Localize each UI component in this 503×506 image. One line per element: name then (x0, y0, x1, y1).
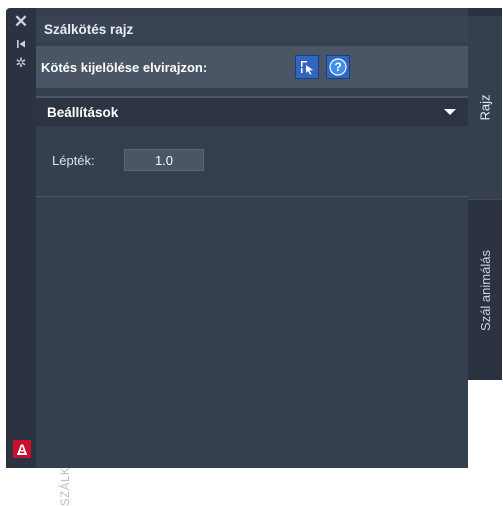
settings-section-body: Lépték: 1.0 (36, 126, 468, 197)
scale-label: Lépték: (52, 153, 95, 168)
help-icon: ? (329, 58, 347, 76)
gear-icon[interactable]: ✲ (6, 53, 36, 73)
scale-input[interactable]: 1.0 (124, 149, 204, 171)
svg-text:?: ? (334, 60, 341, 74)
tab-szal-animalas[interactable]: Szál animálás (468, 199, 502, 380)
settings-section-header[interactable]: Beállítások (36, 98, 468, 126)
select-label: Kötés kijelölése elvirajzon: (41, 59, 208, 75)
tab-rajz[interactable]: Rajz (468, 16, 502, 199)
tab-rajz-label: Rajz (477, 94, 493, 121)
tab-szal-animalas-label: Szál animálás (477, 249, 493, 331)
panel-title: Szálkötés rajz (36, 16, 468, 42)
palette-main: Szálkötés rajz Kötés kijelölése elvirajz… (36, 8, 468, 468)
panel-empty-area (36, 197, 468, 468)
select-object-button[interactable] (295, 55, 319, 79)
chevron-down-icon (444, 109, 456, 115)
select-object-icon (301, 61, 313, 75)
help-button[interactable]: ? (326, 55, 350, 79)
close-icon[interactable]: ✕ (6, 12, 36, 32)
tool-palette: ✕ ✲ SZÁLKÖTÉS A Szálkötés rajz Kötés kij… (6, 8, 503, 506)
pin-icon[interactable] (6, 34, 36, 54)
palette-sidebar: ✕ ✲ SZÁLKÖTÉS A (6, 8, 72, 506)
palette-title: SZÁLKÖTÉS (60, 433, 72, 506)
autocad-logo-icon: A (13, 440, 31, 458)
settings-section-title: Beállítások (47, 104, 119, 120)
select-row: Kötés kijelölése elvirajzon: ? (36, 46, 468, 88)
